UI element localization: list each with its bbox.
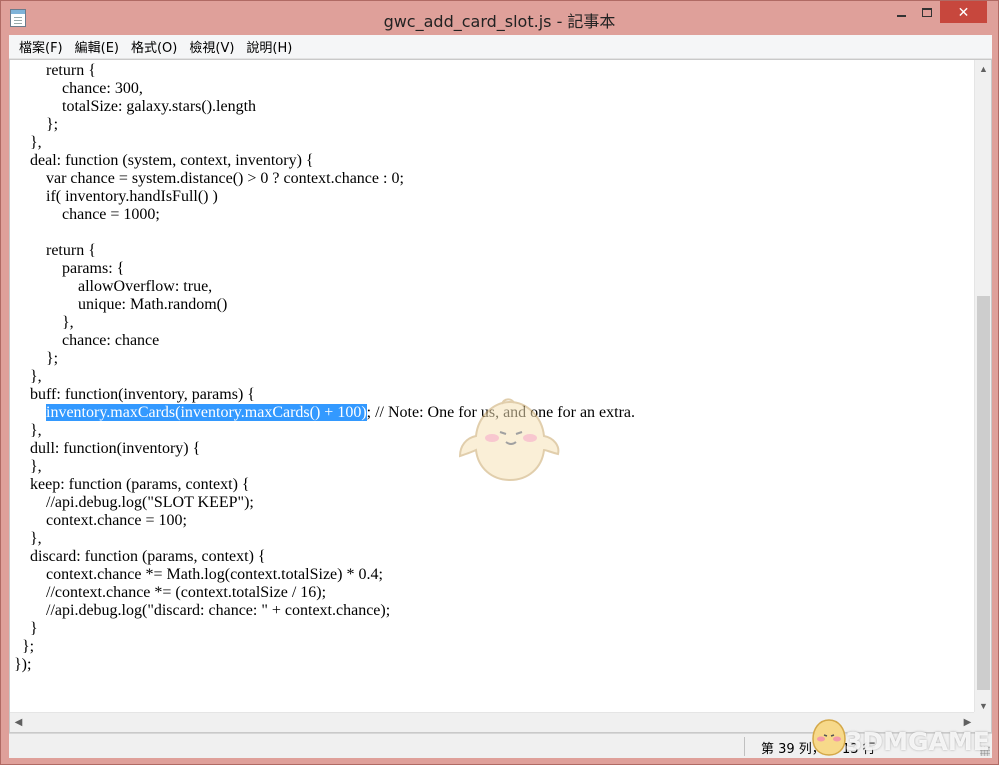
minimize-button[interactable] xyxy=(888,1,914,23)
menu-edit[interactable]: 編輯(E) xyxy=(69,37,125,56)
code-line[interactable]: chance = 1000; xyxy=(14,206,969,224)
code-line[interactable]: unique: Math.random() xyxy=(14,296,969,314)
logo-text: 3DMGAME xyxy=(845,727,990,756)
scroll-left-icon[interactable]: ◀ xyxy=(10,713,27,732)
menu-format[interactable]: 格式(O) xyxy=(125,37,183,56)
logo-mascot-icon xyxy=(812,719,846,756)
status-divider xyxy=(744,737,745,756)
code-line[interactable]: context.chance = 100; xyxy=(14,512,969,530)
code-line[interactable]: //api.debug.log("discard: chance: " + co… xyxy=(14,602,969,620)
code-line[interactable]: chance: chance xyxy=(14,332,969,350)
code-line[interactable]: }, xyxy=(14,368,969,386)
code-text[interactable]: return { chance: 300, totalSize: galaxy.… xyxy=(14,62,969,674)
close-button[interactable]: ✕ xyxy=(940,1,987,23)
code-line[interactable]: //context.chance *= (context.totalSize /… xyxy=(14,584,969,602)
maximize-button[interactable] xyxy=(914,1,940,23)
text-editor[interactable]: return { chance: 300, totalSize: galaxy.… xyxy=(9,59,992,733)
code-line[interactable]: }, xyxy=(14,134,969,152)
window-title: gwc_add_card_slot.js - 記事本 xyxy=(383,12,616,31)
code-line[interactable]: discard: function (params, context) { xyxy=(14,548,969,566)
vertical-scroll-thumb[interactable] xyxy=(977,296,990,690)
minimize-icon xyxy=(896,15,906,17)
code-line[interactable]: //api.debug.log("SLOT KEEP"); xyxy=(14,494,969,512)
menu-file[interactable]: 檔案(F) xyxy=(13,37,69,56)
menu-view[interactable]: 檢視(V) xyxy=(183,37,240,56)
menu-help[interactable]: 說明(H) xyxy=(240,37,298,56)
code-line[interactable]: params: { xyxy=(14,260,969,278)
code-line[interactable]: }; xyxy=(14,350,969,368)
code-line[interactable]: deal: function (system, context, invento… xyxy=(14,152,969,170)
code-line[interactable]: }; xyxy=(14,116,969,134)
site-logo-watermark: 3DMGAME xyxy=(809,715,997,763)
mascot-watermark-icon xyxy=(458,398,560,482)
title-bar[interactable]: gwc_add_card_slot.js - 記事本 ✕ xyxy=(1,1,998,35)
code-line[interactable]: }); xyxy=(14,656,969,674)
code-line[interactable]: chance: 300, xyxy=(14,80,969,98)
notepad-window: gwc_add_card_slot.js - 記事本 ✕ 檔案(F) 編輯(E)… xyxy=(0,0,999,765)
selected-text[interactable]: inventory.maxCards(inventory.maxCards() … xyxy=(46,404,367,421)
code-line[interactable] xyxy=(14,224,969,242)
maximize-icon xyxy=(922,7,932,17)
code-line[interactable]: }, xyxy=(14,530,969,548)
menu-bar: 檔案(F) 編輯(E) 格式(O) 檢視(V) 說明(H) xyxy=(9,35,992,59)
scroll-up-icon[interactable]: ▲ xyxy=(975,60,991,77)
code-line[interactable]: var chance = system.distance() > 0 ? con… xyxy=(14,170,969,188)
code-line[interactable]: } xyxy=(14,620,969,638)
code-line[interactable]: if( inventory.handIsFull() ) xyxy=(14,188,969,206)
code-line[interactable]: allowOverflow: true, xyxy=(14,278,969,296)
code-line[interactable]: context.chance *= Math.log(context.total… xyxy=(14,566,969,584)
vertical-scrollbar[interactable]: ▲ ▼ xyxy=(974,60,991,714)
close-icon: ✕ xyxy=(957,4,970,20)
code-line[interactable]: }, xyxy=(14,314,969,332)
code-line[interactable]: return { xyxy=(14,62,969,80)
code-line[interactable]: totalSize: galaxy.stars().length xyxy=(14,98,969,116)
code-line[interactable]: }; xyxy=(14,638,969,656)
code-line[interactable]: return { xyxy=(14,242,969,260)
